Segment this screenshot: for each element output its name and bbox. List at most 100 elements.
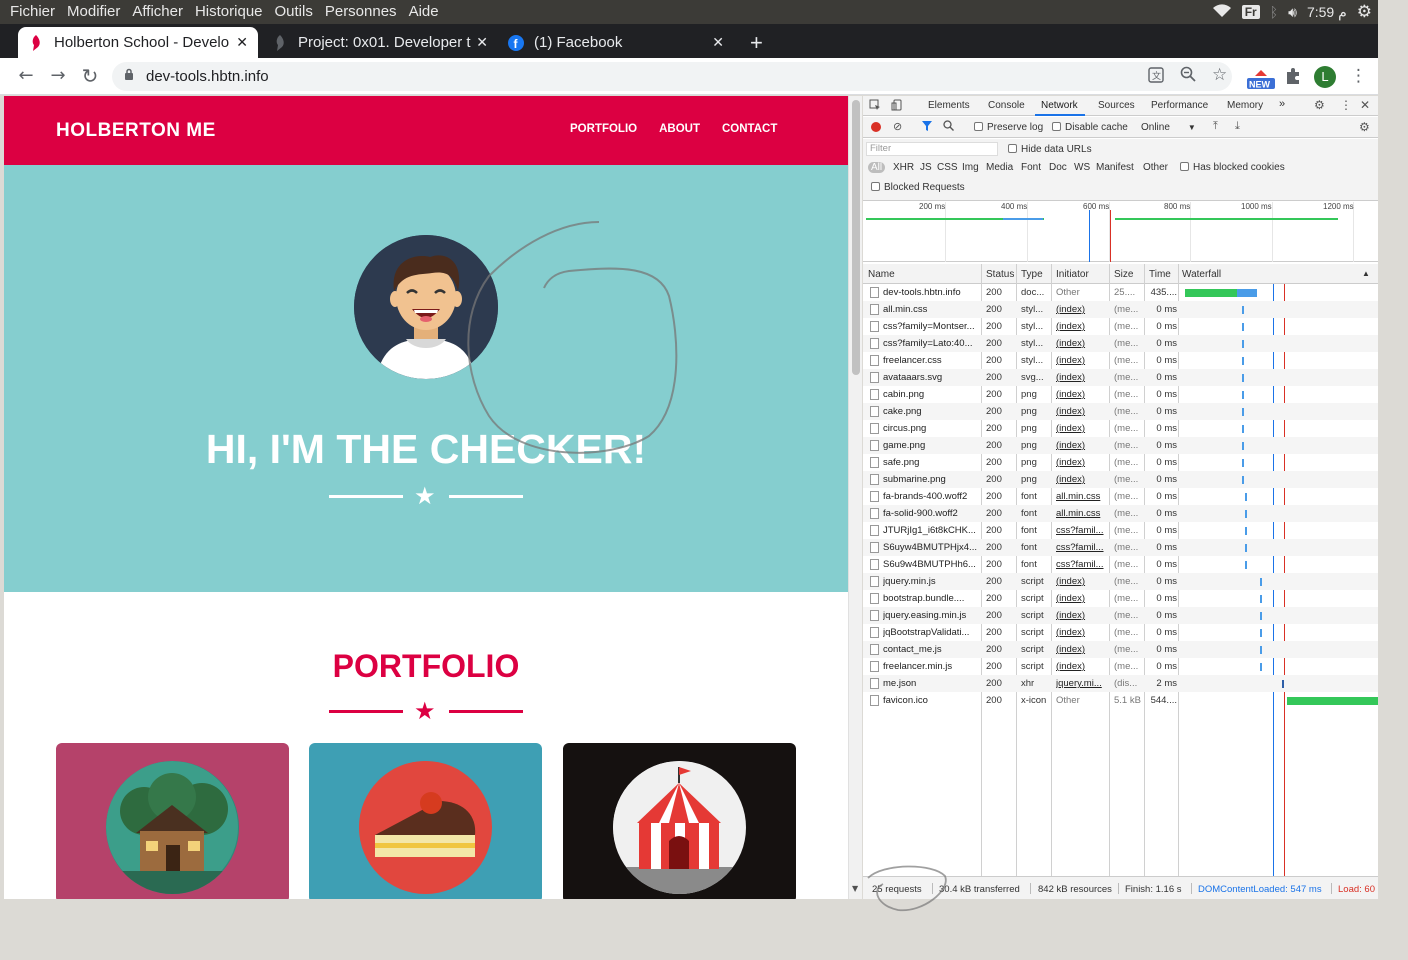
portfolio-card-circus[interactable] bbox=[563, 743, 796, 899]
keyboard-layout-indicator[interactable]: Fr bbox=[1241, 5, 1260, 19]
col-header-name[interactable]: Name bbox=[868, 269, 895, 280]
site-brand[interactable]: HOLBERTON ME bbox=[56, 120, 216, 142]
scrollbar-thumb[interactable] bbox=[852, 100, 860, 375]
menu-historique[interactable]: Historique bbox=[195, 3, 263, 20]
request-initiator[interactable]: (index) bbox=[1056, 423, 1108, 434]
table-row[interactable]: css?family=Lato:40... 200 styl... (index) (m… bbox=[863, 335, 1378, 352]
throttling-select[interactable]: Online ▼ bbox=[1141, 122, 1196, 133]
filter-type-js[interactable]: JS bbox=[920, 162, 932, 173]
tab-holberton[interactable]: Holberton School - Develo ✕ bbox=[18, 27, 258, 58]
forward-arrow-icon[interactable]: → bbox=[46, 64, 70, 88]
request-initiator[interactable]: all.min.css bbox=[1056, 491, 1108, 502]
volume-icon[interactable]: 🔊︎ bbox=[1288, 4, 1297, 21]
search-icon[interactable] bbox=[943, 120, 954, 134]
kebab-menu-icon[interactable]: ⋮ bbox=[1350, 66, 1367, 86]
request-initiator[interactable]: (index) bbox=[1056, 338, 1108, 349]
has-blocked-cookies-checkbox[interactable]: Has blocked cookies bbox=[1180, 162, 1285, 173]
table-row[interactable]: jquery.easing.min.js 200 script (index) (me.… bbox=[863, 607, 1378, 624]
portfolio-card-cake[interactable] bbox=[309, 743, 542, 899]
devtools-settings-gear-icon[interactable]: ⚙ bbox=[1314, 98, 1325, 112]
filter-type-media[interactable]: Media bbox=[986, 162, 1013, 173]
table-row[interactable]: JTURjIg1_i6t8kCHK... 200 font css?famil... (… bbox=[863, 522, 1378, 539]
new-tab-button[interactable]: + bbox=[740, 27, 774, 58]
request-initiator[interactable]: css?famil... bbox=[1056, 559, 1108, 570]
tab-facebook[interactable]: f (1) Facebook ✕ bbox=[498, 27, 734, 58]
table-row[interactable]: cabin.png 200 png (index) (me... 0 ms bbox=[863, 386, 1378, 403]
request-initiator[interactable]: (index) bbox=[1056, 355, 1108, 366]
table-row[interactable]: jquery.min.js 200 script (index) (me... 0 ms bbox=[863, 573, 1378, 590]
extension-new-icon[interactable]: NEW bbox=[1246, 68, 1276, 94]
filter-type-manifest[interactable]: Manifest bbox=[1096, 162, 1134, 173]
disable-cache-checkbox[interactable]: Disable cache bbox=[1052, 122, 1128, 133]
filter-type-xhr[interactable]: XHR bbox=[893, 162, 914, 173]
menu-outils[interactable]: Outils bbox=[275, 3, 313, 20]
request-initiator[interactable]: (index) bbox=[1056, 372, 1108, 383]
devtools-tab-elements[interactable]: Elements bbox=[928, 100, 970, 111]
table-row[interactable]: fa-brands-400.woff2 200 font all.min.css (me… bbox=[863, 488, 1378, 505]
menu-personnes[interactable]: Personnes bbox=[325, 3, 397, 20]
portfolio-card-cabin[interactable] bbox=[56, 743, 289, 899]
menu-afficher[interactable]: Afficher bbox=[132, 3, 183, 20]
filter-type-doc[interactable]: Doc bbox=[1049, 162, 1067, 173]
devtools-tab-performance[interactable]: Performance bbox=[1151, 100, 1208, 111]
clear-icon[interactable]: ⊘ bbox=[893, 120, 902, 133]
table-row[interactable]: all.min.css 200 styl... (index) (me... 0 ms bbox=[863, 301, 1378, 318]
tab-project[interactable]: Project: 0x01. Developer t ✕ bbox=[262, 27, 498, 58]
devtools-tab-console[interactable]: Console bbox=[988, 100, 1025, 111]
devtools-tab-memory[interactable]: Memory bbox=[1227, 100, 1263, 111]
filter-type-all[interactable]: All bbox=[868, 162, 886, 173]
import-har-icon[interactable]: ⤒ bbox=[1213, 120, 1218, 133]
filter-input[interactable]: Filter bbox=[866, 142, 998, 156]
table-row[interactable]: freelancer.min.js 200 script (index) (me... 0… bbox=[863, 658, 1378, 675]
table-row[interactable]: S6uyw4BMUTPHjx4... 200 font css?famil... (me… bbox=[863, 539, 1378, 556]
request-initiator[interactable]: (index) bbox=[1056, 610, 1108, 621]
request-initiator[interactable]: (index) bbox=[1056, 457, 1108, 468]
filter-type-css[interactable]: CSS bbox=[937, 162, 958, 173]
table-row[interactable]: fa-solid-900.woff2 200 font all.min.css (me.… bbox=[863, 505, 1378, 522]
blocked-requests-checkbox[interactable]: Blocked Requests bbox=[871, 182, 965, 193]
record-icon[interactable] bbox=[871, 122, 881, 132]
request-initiator[interactable]: (index) bbox=[1056, 644, 1108, 655]
request-initiator[interactable]: (index) bbox=[1056, 593, 1108, 604]
translate-icon[interactable]: 文 bbox=[1148, 67, 1164, 87]
nav-link-contact[interactable]: CONTACT bbox=[722, 123, 777, 135]
table-row[interactable]: bootstrap.bundle.... 200 script (index) (me.… bbox=[863, 590, 1378, 607]
request-initiator[interactable]: css?famil... bbox=[1056, 542, 1108, 553]
table-row[interactable]: avataaars.svg 200 svg... (index) (me... 0 ms bbox=[863, 369, 1378, 386]
table-row[interactable]: submarine.png 200 png (index) (me... 0 ms bbox=[863, 471, 1378, 488]
request-initiator[interactable]: jquery.mi... bbox=[1056, 678, 1108, 689]
table-row[interactable]: game.png 200 png (index) (me... 0 ms bbox=[863, 437, 1378, 454]
extensions-puzzle-icon[interactable] bbox=[1284, 67, 1302, 90]
request-initiator[interactable]: (index) bbox=[1056, 389, 1108, 400]
request-initiator[interactable]: (index) bbox=[1056, 576, 1108, 587]
filter-type-font[interactable]: Font bbox=[1021, 162, 1041, 173]
table-row[interactable]: freelancer.css 200 styl... (index) (me... 0 m… bbox=[863, 352, 1378, 369]
bookmark-star-icon[interactable]: ☆ bbox=[1212, 65, 1227, 85]
request-initiator[interactable]: (index) bbox=[1056, 627, 1108, 638]
zoom-icon[interactable] bbox=[1180, 66, 1196, 86]
filter-funnel-icon[interactable] bbox=[921, 120, 933, 135]
wifi-icon[interactable] bbox=[1212, 3, 1232, 21]
request-initiator[interactable]: css?famil... bbox=[1056, 525, 1108, 536]
more-tabs-chevron[interactable]: » bbox=[1279, 98, 1285, 110]
hide-data-urls-checkbox[interactable]: Hide data URLs bbox=[1008, 144, 1092, 155]
address-bar[interactable]: dev-tools.hbtn.info 文 ☆ bbox=[112, 62, 1232, 91]
request-initiator[interactable]: (index) bbox=[1056, 474, 1108, 485]
col-header-waterfall[interactable]: Waterfall bbox=[1182, 269, 1221, 280]
request-initiator[interactable]: (index) bbox=[1056, 661, 1108, 672]
request-initiator[interactable]: (index) bbox=[1056, 304, 1108, 315]
page-scrollbar[interactable]: ▼ bbox=[848, 96, 862, 899]
col-header-type[interactable]: Type bbox=[1021, 269, 1043, 280]
devtools-menu-kebab-icon[interactable]: ⋮ bbox=[1340, 98, 1352, 112]
filter-type-ws[interactable]: WS bbox=[1074, 162, 1090, 173]
inspect-element-icon[interactable] bbox=[869, 99, 881, 114]
nav-link-about[interactable]: ABOUT bbox=[659, 123, 700, 135]
request-initiator[interactable]: all.min.css bbox=[1056, 508, 1108, 519]
menu-fichier[interactable]: Fichier bbox=[10, 3, 55, 20]
bluetooth-icon[interactable]: ᛒ bbox=[1270, 4, 1278, 20]
filter-type-other[interactable]: Other bbox=[1143, 162, 1168, 173]
close-tab-icon[interactable]: ✕ bbox=[236, 34, 248, 51]
table-row[interactable]: circus.png 200 png (index) (me... 0 ms bbox=[863, 420, 1378, 437]
close-tab-icon[interactable]: ✕ bbox=[476, 34, 488, 51]
preserve-log-checkbox[interactable]: Preserve log bbox=[974, 122, 1043, 133]
